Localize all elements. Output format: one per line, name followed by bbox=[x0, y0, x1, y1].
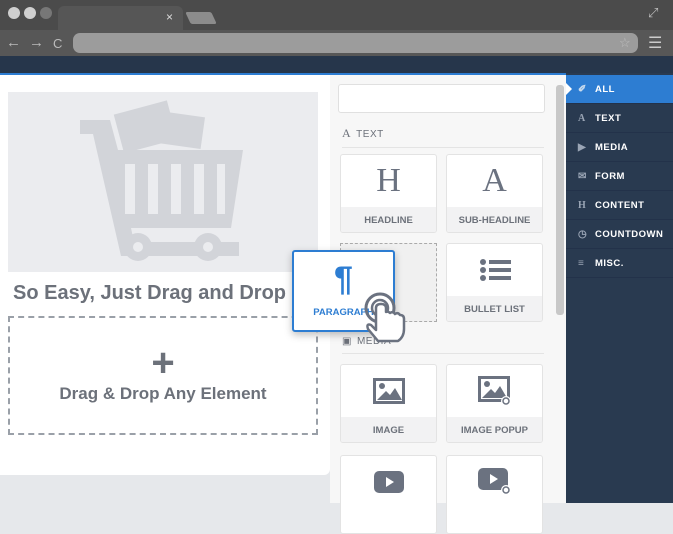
heading-icon: H bbox=[578, 199, 587, 211]
panel-scrollbar[interactable] bbox=[556, 85, 564, 315]
pen-icon: ✐ bbox=[578, 83, 587, 95]
new-tab-button[interactable] bbox=[185, 12, 217, 24]
address-bar[interactable] bbox=[73, 33, 638, 53]
image-icon: ▣ bbox=[342, 336, 352, 347]
play-icon: ▶ bbox=[578, 141, 587, 153]
sidebar-item-text[interactable]: A TEXT bbox=[566, 104, 673, 133]
sidebar-item-label: COUNTDOWN bbox=[595, 228, 664, 240]
drop-zone[interactable]: + Drag & Drop Any Element bbox=[8, 316, 318, 435]
tile-sub-headline[interactable]: A SUB-HEADLINE bbox=[446, 154, 543, 233]
sidebar-item-media[interactable]: ▶ MEDIA bbox=[566, 133, 673, 162]
sub-headline-icon: A bbox=[482, 162, 507, 199]
minimize-window-dot[interactable] bbox=[24, 7, 36, 19]
sidebar-item-content[interactable]: H CONTENT bbox=[566, 191, 673, 220]
sidebar-item-label: ALL bbox=[595, 83, 615, 95]
image-icon bbox=[341, 365, 436, 417]
tile-label: HEADLINE bbox=[341, 207, 436, 232]
sidebar-item-all[interactable]: ✐ ALL bbox=[566, 75, 673, 104]
active-indicator bbox=[566, 83, 572, 95]
sidebar-item-label: FORM bbox=[595, 170, 625, 182]
bullet-list-icon bbox=[447, 244, 542, 296]
tile-label: SUB-HEADLINE bbox=[447, 207, 542, 232]
close-window-dot[interactable] bbox=[8, 7, 20, 19]
menu-lines-icon: ≡ bbox=[578, 257, 585, 269]
drop-zone-label: Drag & Drop Any Element bbox=[59, 384, 267, 403]
tile-image-popup[interactable]: IMAGE POPUP bbox=[446, 364, 543, 443]
sidebar-item-label: CONTENT bbox=[595, 199, 645, 211]
tile-label: BULLET LIST bbox=[447, 296, 542, 321]
image-popup-icon bbox=[447, 365, 542, 417]
back-icon[interactable]: ← bbox=[6, 34, 21, 51]
envelope-icon: ✉ bbox=[578, 170, 587, 182]
tile-headline[interactable]: H HEADLINE bbox=[340, 154, 437, 233]
video-popup-icon bbox=[447, 456, 542, 508]
tile-image[interactable]: IMAGE bbox=[340, 364, 437, 443]
image-element[interactable] bbox=[8, 92, 318, 272]
sidebar-item-countdown[interactable]: ◷ COUNTDOWN bbox=[566, 220, 673, 249]
element-search-input[interactable] bbox=[338, 84, 545, 113]
sidebar-item-form[interactable]: ✉ FORM bbox=[566, 162, 673, 191]
zoom-window-dot[interactable] bbox=[40, 7, 52, 19]
browser-tab[interactable] bbox=[58, 6, 183, 30]
tile-video[interactable] bbox=[340, 455, 437, 534]
fullscreen-icon[interactable]: ⤢ bbox=[648, 5, 658, 21]
sidebar-item-label: TEXT bbox=[595, 112, 622, 124]
headline-icon: H bbox=[376, 162, 401, 199]
clock-icon: ◷ bbox=[578, 228, 588, 240]
tile-label: IMAGE POPUP bbox=[447, 417, 542, 442]
bookmark-star-icon[interactable]: ☆ bbox=[619, 35, 631, 51]
sidebar-item-misc[interactable]: ≡ MISC. bbox=[566, 249, 673, 278]
sidebar-item-label: MEDIA bbox=[595, 141, 629, 153]
forward-icon[interactable]: → bbox=[29, 34, 44, 51]
tab-close-icon[interactable]: × bbox=[166, 10, 173, 24]
app-topbar bbox=[0, 56, 673, 74]
browser-menu-icon[interactable]: ☰ bbox=[648, 33, 662, 53]
tile-bullet-list[interactable]: BULLET LIST bbox=[446, 243, 543, 322]
reload-icon[interactable]: C bbox=[53, 36, 62, 51]
hand-cursor-icon bbox=[364, 292, 406, 343]
sidebar-item-label: MISC. bbox=[595, 257, 624, 269]
shopping-cart-icon bbox=[80, 100, 243, 261]
section-label: TEXT bbox=[356, 129, 384, 140]
tile-label: IMAGE bbox=[341, 417, 436, 442]
tile-video-popup[interactable] bbox=[446, 455, 543, 534]
video-icon bbox=[341, 456, 436, 508]
text-icon: A bbox=[342, 126, 352, 140]
headline-element[interactable]: So Easy, Just Drag and Drop bbox=[13, 282, 286, 305]
plus-icon: + bbox=[151, 341, 175, 385]
section-header-text: A TEXT bbox=[342, 126, 544, 148]
text-icon: A bbox=[578, 112, 586, 124]
